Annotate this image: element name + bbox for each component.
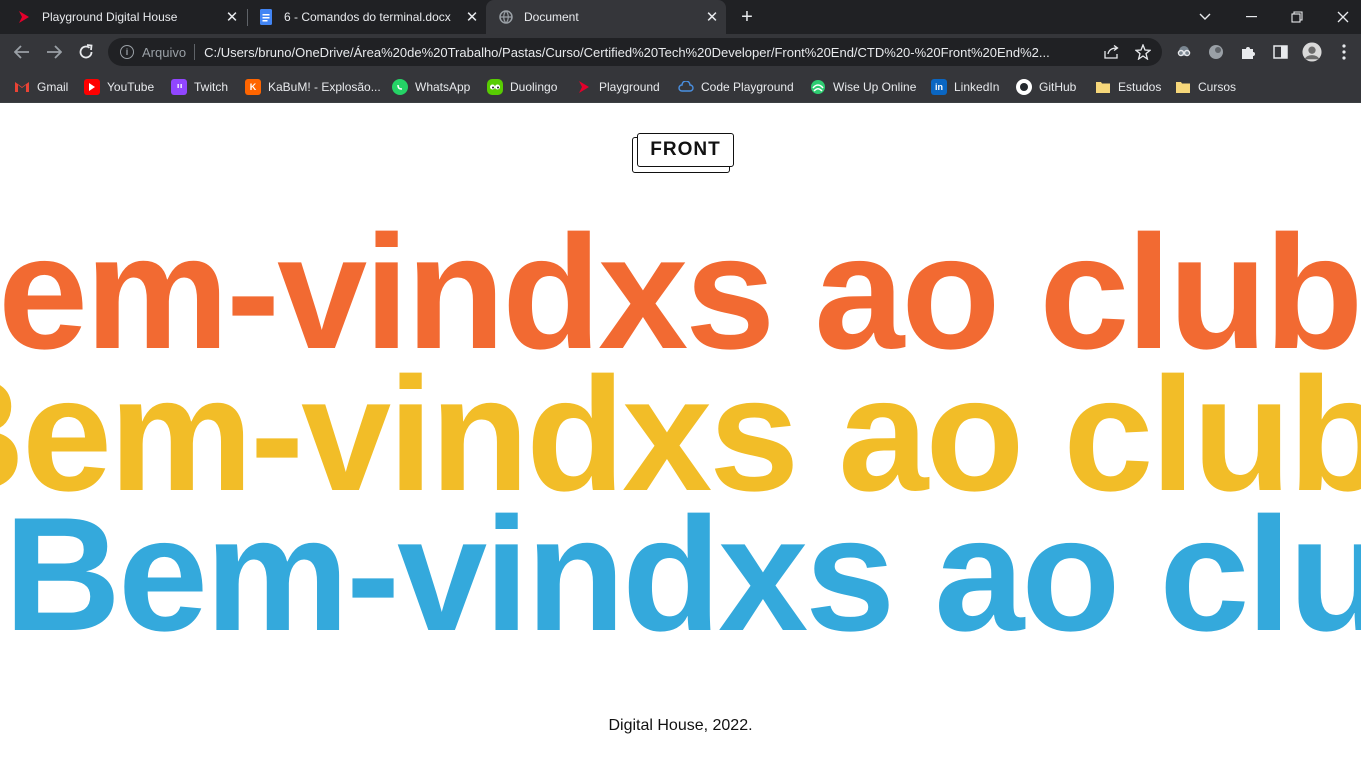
bookmark-label: Playground	[599, 80, 660, 94]
folder-icon	[1175, 79, 1191, 95]
bookmark-label: Duolingo	[510, 80, 558, 94]
bookmark-label: Cursos	[1198, 80, 1237, 94]
bookmark-folder-estudos[interactable]: Estudos	[1095, 76, 1161, 98]
tab-strip: Playground Digital House ✕ 6 - Comandos …	[0, 0, 1361, 34]
close-tab-icon[interactable]: ✕	[704, 9, 720, 26]
extension-glasses-icon[interactable]	[1174, 42, 1194, 62]
bookmark-label: WhatsApp	[415, 80, 471, 94]
bookmark-twitch[interactable]: Twitch	[171, 76, 228, 98]
bookmark-whatsapp[interactable]: WhatsApp	[392, 76, 470, 98]
bookmark-playground[interactable]: Playground	[576, 76, 660, 98]
google-docs-icon	[258, 9, 274, 25]
tab-docs[interactable]: 6 - Comandos do terminal.docx ✕	[248, 0, 486, 34]
close-tab-icon[interactable]: ✕	[464, 9, 480, 26]
restore-button[interactable]	[1274, 0, 1320, 34]
page-content: FRONT Bem-vindxs ao clube – Bem-vindxs B…	[0, 103, 1361, 764]
tab-title: 6 - Comandos do terminal.docx	[284, 10, 451, 24]
youtube-icon	[84, 79, 100, 95]
logo-text: FRONT	[637, 133, 734, 167]
twitch-icon	[171, 79, 187, 95]
duolingo-icon	[487, 79, 503, 95]
whatsapp-icon	[392, 79, 408, 95]
folder-icon	[1095, 79, 1111, 95]
back-button[interactable]	[8, 38, 36, 66]
bookmark-folder-cursos[interactable]: Cursos	[1175, 76, 1236, 98]
bookmark-label: GitHub	[1039, 80, 1077, 94]
marquee-text: Bem-vindxs ao clube – Bem-vindxs	[0, 365, 1361, 505]
marquee-line-orange: Bem-vindxs ao clube – Bem-vindxs	[0, 223, 1361, 363]
tab-document[interactable]: Document ✕	[486, 0, 726, 34]
bookmark-label: Gmail	[37, 80, 69, 94]
address-divider	[194, 44, 196, 60]
close-tab-icon[interactable]: ✕	[224, 9, 240, 26]
bookmark-kabum[interactable]: K KaBuM! - Explosão...	[245, 76, 381, 98]
bookmark-label: Twitch	[194, 80, 229, 94]
marquee-text: Bem-vindxs ao clube – Bem-vindxs	[0, 223, 1361, 363]
marquee-line-blue: Bem-vindxs ao clube – Bem-vindxs	[0, 505, 1361, 645]
globe-icon	[498, 9, 514, 25]
footer-text: Digital House, 2022.	[608, 717, 753, 734]
playground-icon	[576, 79, 592, 95]
linkedin-icon: in	[931, 79, 947, 95]
browser-toolbar: i Arquivo C:/Users/bruno/OneDrive/Área%2…	[0, 34, 1361, 70]
wiseup-icon	[810, 79, 826, 95]
tab-playground[interactable]: Playground Digital House ✕	[0, 0, 246, 34]
marquee-text: Bem-vindxs ao clube – Bem-vindxs	[4, 505, 1361, 645]
bookmarks-bar: Gmail YouTube Twitch K KaBuM! - Explosão…	[0, 70, 1361, 103]
minimize-button[interactable]	[1228, 0, 1274, 34]
bookmark-linkedin[interactable]: in LinkedIn	[931, 76, 999, 98]
address-bar[interactable]: i Arquivo C:/Users/bruno/OneDrive/Área%2…	[108, 38, 1162, 66]
tab-title: Document	[524, 10, 579, 24]
extension-circle-icon[interactable]	[1206, 42, 1226, 62]
cloud-icon	[678, 79, 694, 95]
close-window-button[interactable]	[1320, 0, 1361, 34]
bookmark-label: LinkedIn	[954, 80, 1000, 94]
tab-title: Playground Digital House	[42, 10, 178, 24]
extensions-puzzle-icon[interactable]	[1238, 42, 1258, 62]
side-panel-icon[interactable]	[1270, 42, 1290, 62]
info-icon[interactable]: i	[120, 45, 134, 59]
bookmark-code-playground[interactable]: Code Playground	[678, 76, 794, 98]
bookmark-label: Estudos	[1118, 80, 1162, 94]
front-logo: FRONT	[632, 133, 734, 173]
marquee-line-yellow: Bem-vindxs ao clube – Bem-vindxs	[0, 365, 1361, 505]
forward-button[interactable]	[40, 38, 68, 66]
kabum-icon: K	[245, 79, 261, 95]
star-icon[interactable]	[1134, 43, 1152, 61]
profile-avatar[interactable]	[1302, 42, 1322, 62]
bookmark-duolingo[interactable]: Duolingo	[487, 76, 557, 98]
reload-button[interactable]	[72, 38, 100, 66]
bookmark-label: Wise Up Online	[833, 80, 917, 94]
playground-icon	[16, 9, 32, 25]
gmail-icon	[14, 79, 30, 95]
new-tab-button[interactable]: +	[736, 6, 758, 28]
bookmark-gmail[interactable]: Gmail	[14, 76, 68, 98]
github-icon	[1016, 79, 1032, 95]
bookmark-label: Code Playground	[701, 80, 794, 94]
bookmark-github[interactable]: GitHub	[1016, 76, 1076, 98]
bookmark-wise-up[interactable]: Wise Up Online	[810, 76, 916, 98]
bookmark-label: YouTube	[107, 80, 155, 94]
bookmark-label: KaBuM! - Explosão...	[268, 80, 381, 94]
menu-kebab-icon[interactable]	[1334, 42, 1354, 62]
address-url[interactable]: C:/Users/bruno/OneDrive/Área%20de%20Trab…	[204, 45, 1092, 60]
share-icon[interactable]	[1102, 43, 1120, 61]
tab-search-chevron-icon[interactable]	[1182, 0, 1228, 34]
address-scheme-label: Arquivo	[142, 44, 187, 60]
bookmark-youtube[interactable]: YouTube	[84, 76, 154, 98]
